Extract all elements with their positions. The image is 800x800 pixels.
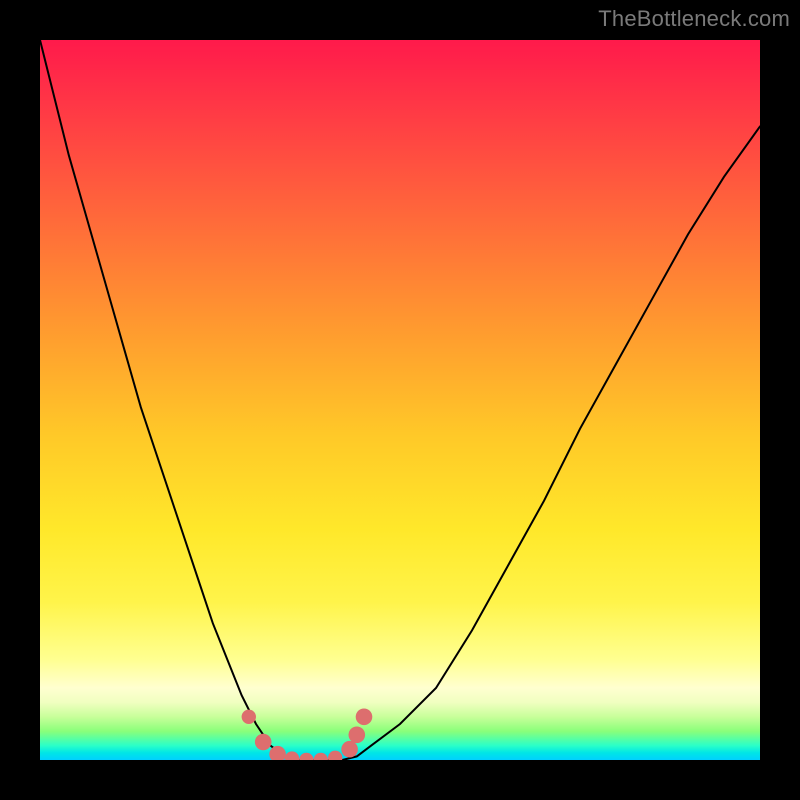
watermark-text: TheBottleneck.com bbox=[598, 6, 790, 32]
marker-dot bbox=[328, 751, 342, 760]
chart-frame: TheBottleneck.com bbox=[0, 0, 800, 800]
plot-area bbox=[40, 40, 760, 760]
marker-dot bbox=[314, 753, 328, 760]
marker-dot bbox=[285, 751, 299, 760]
marker-dot bbox=[242, 710, 256, 724]
marker-dot bbox=[269, 746, 286, 760]
bottleneck-curve bbox=[40, 40, 760, 760]
marker-dot bbox=[341, 741, 358, 758]
marker-dot bbox=[356, 709, 373, 726]
marker-dot bbox=[349, 727, 366, 744]
marker-dot bbox=[255, 734, 272, 751]
curve-svg bbox=[40, 40, 760, 760]
data-markers bbox=[242, 709, 373, 761]
marker-dot bbox=[299, 753, 313, 760]
